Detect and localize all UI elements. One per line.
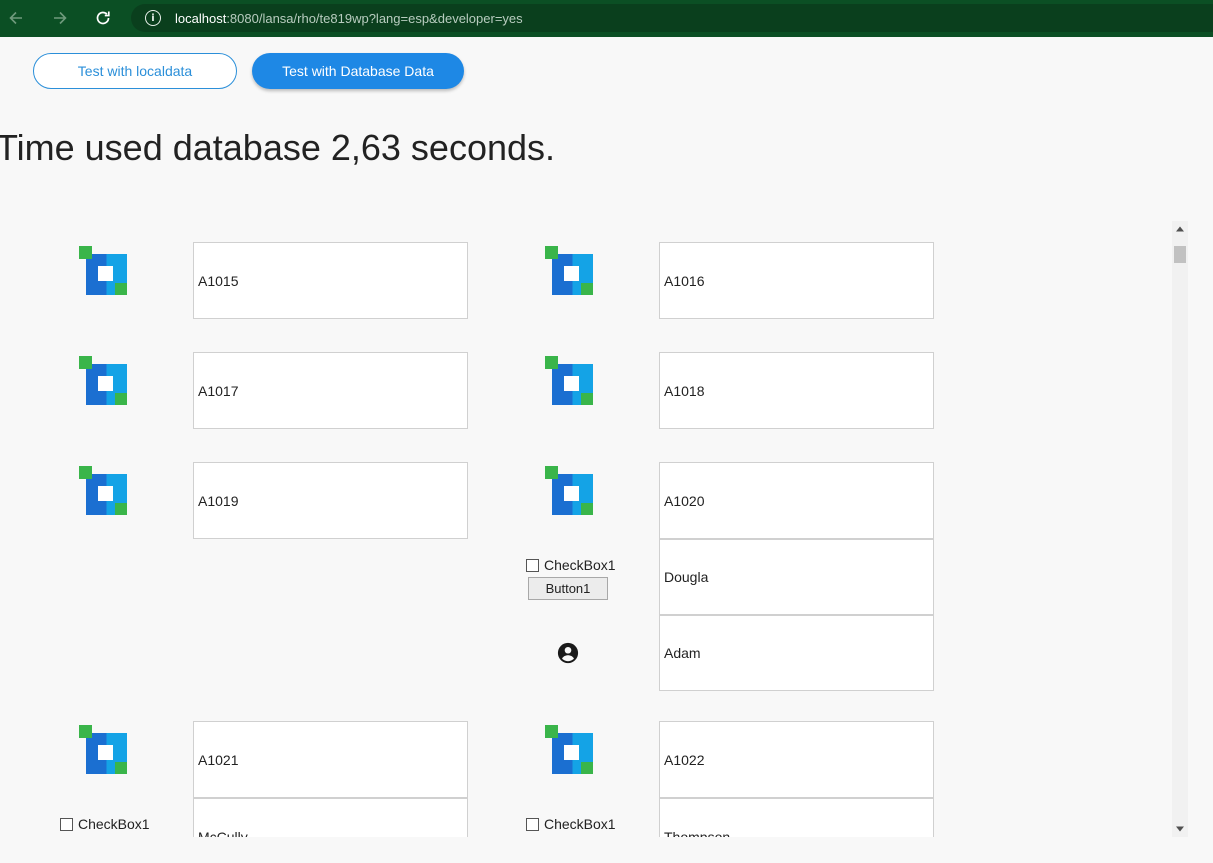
item-code-field[interactable]: A1017 [193, 352, 468, 429]
item-code-field[interactable]: A1021 [193, 721, 468, 798]
vertical-scrollbar[interactable] [1172, 221, 1188, 837]
address-bar[interactable]: i localhost:8080/lansa/rho/te819wp?lang=… [131, 4, 1213, 32]
test-localdata-button[interactable]: Test with localdata [33, 53, 237, 89]
item-last-name-field[interactable]: Adam [659, 615, 934, 691]
checkbox-1[interactable]: CheckBox1 [526, 557, 616, 573]
lansa-logo-icon [79, 725, 127, 774]
page-content: Test with localdata Test with Database D… [0, 37, 1213, 837]
checkbox-1[interactable]: CheckBox1 [60, 816, 150, 832]
item-last-name-field[interactable]: McCully [193, 798, 468, 837]
button-1[interactable]: Button1 [528, 577, 608, 600]
url-host: localhost [175, 10, 227, 26]
lansa-logo-icon [545, 466, 593, 515]
account-circle-icon [557, 642, 579, 664]
time-used-heading: Time used database 2,63 seconds. [0, 127, 556, 168]
scroll-thumb[interactable] [1174, 246, 1186, 263]
checkbox-box[interactable] [60, 817, 73, 831]
item-last-name-field[interactable]: Thompson [659, 798, 934, 837]
item-code-field[interactable]: A1020 [659, 462, 934, 539]
url-text: localhost:8080/lansa/rho/te819wp?lang=es… [175, 11, 523, 26]
info-icon[interactable]: i [145, 10, 161, 26]
back-arrow-icon[interactable] [3, 5, 29, 31]
lansa-logo-icon [545, 725, 593, 774]
scroll-down-arrow-icon[interactable] [1172, 821, 1188, 837]
url-path: :8080/lansa/rho/te819wp?lang=esp&develop… [226, 10, 523, 26]
test-database-button[interactable]: Test with Database Data [252, 53, 464, 89]
item-code-field[interactable]: A1015 [193, 242, 468, 319]
checkbox-label: CheckBox1 [78, 816, 150, 832]
item-first-name-field[interactable]: Dougla [659, 539, 934, 615]
lansa-logo-icon [79, 356, 127, 405]
lansa-logo-icon [79, 466, 127, 515]
checkbox-box[interactable] [526, 558, 539, 572]
browser-toolbar: i localhost:8080/lansa/rho/te819wp?lang=… [0, 0, 1213, 37]
item-code-field[interactable]: A1018 [659, 352, 934, 429]
item-code-field[interactable]: A1022 [659, 721, 934, 798]
checkbox-label: CheckBox1 [544, 557, 616, 573]
item-code-field[interactable]: A1016 [659, 242, 934, 319]
checkbox-1[interactable]: CheckBox1 [526, 816, 616, 832]
forward-arrow-icon[interactable] [47, 5, 73, 31]
page-bottom-band [0, 837, 1213, 863]
lansa-logo-icon [79, 246, 127, 295]
checkbox-box[interactable] [526, 817, 539, 831]
item-code-field[interactable]: A1019 [193, 462, 468, 539]
scroll-up-arrow-icon[interactable] [1172, 221, 1188, 237]
checkbox-label: CheckBox1 [544, 816, 616, 832]
lansa-logo-icon [545, 246, 593, 295]
reload-icon[interactable] [90, 5, 116, 31]
lansa-logo-icon [545, 356, 593, 405]
